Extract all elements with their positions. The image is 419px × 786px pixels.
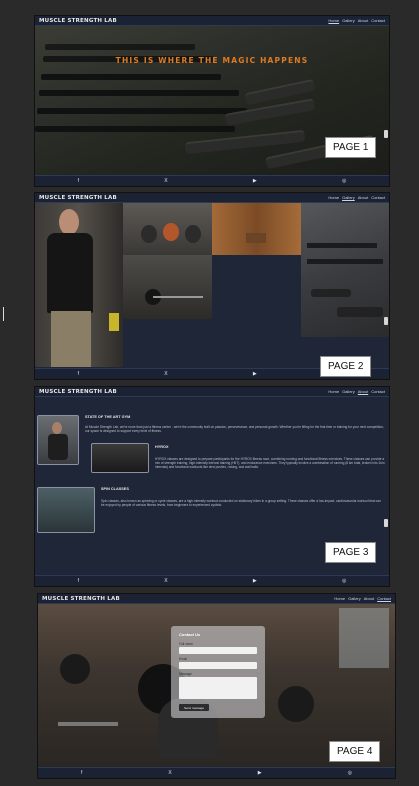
- instagram-icon[interactable]: ◎: [342, 178, 346, 184]
- about-image-gym-athlete: [37, 415, 79, 465]
- page-2-label: PAGE 2: [320, 356, 372, 377]
- section-title-spin: SPIN CLASSES: [101, 487, 129, 491]
- x-icon[interactable]: X: [168, 770, 171, 776]
- instagram-icon[interactable]: ◎: [348, 770, 352, 776]
- nav-gallery[interactable]: Gallery: [342, 389, 355, 394]
- nav-links: Home Gallery About Contact: [328, 18, 385, 23]
- x-icon[interactable]: X: [164, 178, 167, 184]
- youtube-icon[interactable]: ▶: [253, 178, 257, 184]
- text-cursor-mark: [3, 307, 4, 321]
- nav-contact[interactable]: Contact: [371, 389, 385, 394]
- scroll-to-top-button[interactable]: [384, 519, 388, 527]
- scroll-to-top-button[interactable]: [384, 130, 388, 138]
- contact-form: Contact Us Full name Email Message Send …: [171, 626, 265, 718]
- navbar: MUSCLE STRENGTH LAB Home Gallery About C…: [38, 594, 395, 604]
- about-image-hyrox: [91, 443, 149, 473]
- navbar: MUSCLE STRENGTH LAB Home Gallery About C…: [35, 387, 389, 397]
- nav-contact[interactable]: Contact: [371, 195, 385, 200]
- gallery-image-barbell[interactable]: [123, 255, 212, 319]
- nav-home[interactable]: Home: [328, 389, 339, 394]
- page-4-label: PAGE 4: [329, 741, 381, 762]
- message-label: Message: [179, 672, 192, 676]
- email-label: Email: [179, 657, 187, 661]
- nav-home[interactable]: Home: [328, 195, 339, 200]
- name-label: Full name: [179, 642, 193, 646]
- x-icon[interactable]: X: [164, 578, 167, 584]
- navbar: MUSCLE STRENGTH LAB Home Gallery About C…: [35, 16, 389, 26]
- footer: f X ▶ ◎: [35, 175, 389, 186]
- page-3-label: PAGE 3: [325, 542, 377, 563]
- form-title: Contact Us: [179, 632, 201, 637]
- youtube-icon[interactable]: ▶: [258, 770, 262, 776]
- nav-links: Home Gallery About Contact: [328, 389, 385, 394]
- section-title-hyrox: HYROX: [155, 445, 169, 449]
- page-2-gallery-screenshot: MUSCLE STRENGTH LAB Home Gallery About C…: [35, 193, 389, 379]
- facebook-icon[interactable]: f: [78, 578, 79, 584]
- nav-gallery[interactable]: Gallery: [342, 18, 355, 23]
- nav-gallery[interactable]: Gallery: [348, 596, 361, 601]
- navbar: MUSCLE STRENGTH LAB Home Gallery About C…: [35, 193, 389, 203]
- instagram-icon[interactable]: ◎: [342, 578, 346, 584]
- nav-about[interactable]: About: [358, 389, 368, 394]
- brand-logo[interactable]: MUSCLE STRENGTH LAB: [39, 18, 117, 24]
- facebook-icon[interactable]: f: [78, 178, 79, 184]
- youtube-icon[interactable]: ▶: [253, 371, 257, 377]
- section-text-spin: Spin classes, also known as spinning or …: [101, 499, 381, 508]
- brand-logo[interactable]: MUSCLE STRENGTH LAB: [39, 195, 117, 201]
- gallery-image-athlete[interactable]: [35, 203, 123, 367]
- hero-title: THIS IS WHERE THE MAGIC HAPPENS: [115, 56, 309, 65]
- message-textarea[interactable]: [179, 677, 257, 699]
- nav-about[interactable]: About: [358, 18, 368, 23]
- footer: f X ▶ ◎: [35, 575, 389, 586]
- nav-home[interactable]: Home: [328, 18, 339, 23]
- brand-logo[interactable]: MUSCLE STRENGTH LAB: [39, 389, 117, 395]
- gallery-image-lockers[interactable]: [212, 203, 301, 255]
- nav-about[interactable]: About: [364, 596, 374, 601]
- brand-logo[interactable]: MUSCLE STRENGTH LAB: [42, 596, 120, 602]
- facebook-icon[interactable]: f: [78, 371, 79, 377]
- gallery-image-kettlebells[interactable]: [123, 203, 212, 255]
- nav-contact[interactable]: Contact: [377, 596, 391, 601]
- page-1-label: PAGE 1: [325, 137, 377, 158]
- nav-contact[interactable]: Contact: [371, 18, 385, 23]
- facebook-icon[interactable]: f: [81, 770, 82, 776]
- section-text-gym: At Muscle Strength Lab, we're more than …: [85, 425, 384, 434]
- email-input[interactable]: [179, 662, 257, 669]
- nav-about[interactable]: About: [358, 195, 368, 200]
- nav-links: Home Gallery About Contact: [328, 195, 385, 200]
- section-text-hyrox: HYROX classes are designed to prepare pa…: [155, 457, 385, 470]
- youtube-icon[interactable]: ▶: [253, 578, 257, 584]
- send-message-button[interactable]: Send message: [179, 704, 209, 711]
- page-1-home-screenshot: MUSCLE STRENGTH LAB Home Gallery About C…: [35, 16, 389, 186]
- about-image-spin: [37, 487, 95, 533]
- scroll-to-top-button[interactable]: [384, 317, 388, 325]
- x-icon[interactable]: X: [164, 371, 167, 377]
- gallery-image-gym-floor[interactable]: [301, 203, 389, 337]
- section-title-gym: STATE OF THE ART GYM: [85, 415, 131, 419]
- name-input[interactable]: [179, 647, 257, 654]
- nav-gallery[interactable]: Gallery: [342, 195, 355, 200]
- nav-home[interactable]: Home: [334, 596, 345, 601]
- nav-links: Home Gallery About Contact: [334, 596, 391, 601]
- footer: f X ▶ ◎: [38, 767, 395, 778]
